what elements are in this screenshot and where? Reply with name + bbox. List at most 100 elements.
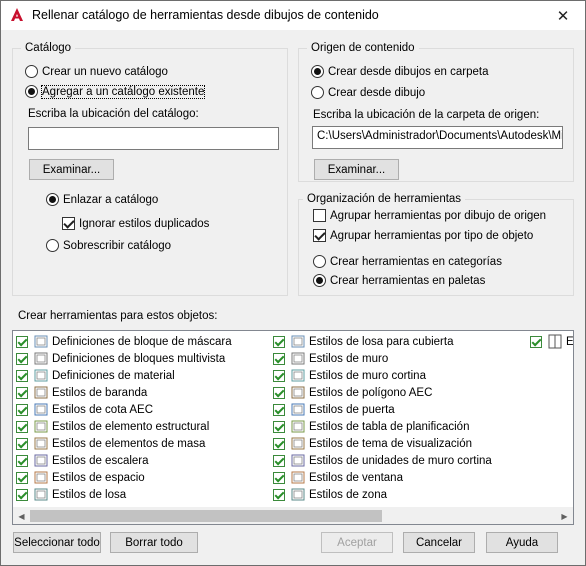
list-item-label: Estilos de tema de visualización [309,437,472,450]
list-item-label: Definiciones de bloques multivista [52,352,226,365]
list-item[interactable]: Estilos de puerta [273,401,395,418]
link-catalog-radio[interactable]: Enlazar a catálogo [46,193,158,206]
structural-member-icon [34,420,48,433]
list-item-label: Estilos de puerta [309,403,395,416]
list-item[interactable]: Estilos de polígono AEC [273,384,432,401]
objects-listbox[interactable]: Definiciones de bloque de máscara Definic… [12,330,574,525]
list-item[interactable]: Definiciones de bloques multivista [16,350,225,367]
list-item[interactable]: Estilos de cota AEC [16,401,153,418]
group-by-type-checkbox[interactable]: Agrupar herramientas por tipo de objeto [313,229,533,242]
list-item[interactable]: Estilos de ventana [273,469,403,486]
material-icon [34,369,48,382]
in-palettes-radio[interactable]: Crear herramientas en paletas [313,274,485,287]
mask-block-icon [34,335,48,348]
list-item[interactable]: Estilos de tabla de planificación [273,418,469,435]
clear-all-button[interactable]: Borrar todo [110,532,198,553]
radio-indicator [311,86,324,99]
door-icon [291,403,305,416]
group-by-drawing-checkbox[interactable]: Agrupar herramientas por dibujo de orige… [313,209,546,222]
catalog-browse-button[interactable]: Examinar... [29,159,114,180]
list-item[interactable]: Estilos de elemento estructural [16,418,209,435]
scroll-left-icon[interactable]: ◀ [13,508,30,524]
list-item-label: Estilos de escalera [52,454,149,467]
multiview-block-icon [34,352,48,365]
list-item[interactable]: Estilos de elementos de masa [16,435,205,452]
window-icon [291,471,305,484]
mass-element-icon [34,437,48,450]
scroll-right-icon[interactable]: ▶ [556,508,573,524]
horizontal-scrollbar[interactable]: ◀ ▶ [13,507,573,524]
list-item[interactable]: Estilos de losa para cubierta [273,333,453,350]
source-browse-button[interactable]: Examinar... [314,159,399,180]
checkbox-indicator [273,403,285,416]
new-catalog-radio[interactable]: Crear un nuevo catálogo [25,65,168,78]
append-catalog-radio[interactable]: Agregar a un catálogo existente [25,84,206,99]
radio-indicator [25,65,38,78]
list-item[interactable]: Es [530,333,573,350]
checkbox-indicator [273,488,285,501]
radio-indicator [25,85,38,98]
list-item[interactable]: Estilos de escalera [16,452,149,469]
source-folder-input[interactable]: C:\Users\Administrador\Documents\Autodes… [312,126,563,149]
overwrite-catalog-radio[interactable]: Sobrescribir catálogo [46,239,171,252]
list-item[interactable]: Estilos de losa [16,486,126,503]
catalog-location-input[interactable] [28,127,279,150]
objects-label: Crear herramientas para estos objetos: [18,310,218,322]
list-item[interactable]: Estilos de zona [273,486,387,503]
checkbox-indicator [273,471,285,484]
radio-indicator [313,255,326,268]
close-button[interactable]: ✕ [540,0,586,31]
new-catalog-label: Crear un nuevo catálogo [42,65,168,78]
group-by-type-label: Agrupar herramientas por tipo de objeto [330,229,534,242]
list-item[interactable]: Estilos de baranda [16,384,147,401]
list-item-label: Estilos de muro cortina [309,369,426,382]
list-item-label: Estilos de espacio [52,471,145,484]
list-item[interactable]: Estilos de muro cortina [273,367,426,384]
radio-indicator [311,65,324,78]
cancel-button[interactable]: Cancelar [403,532,475,553]
aec-dimension-icon [34,403,48,416]
ignore-duplicates-label: Ignorar estilos duplicados [79,217,210,230]
list-item-label: Estilos de tabla de planificación [309,420,470,433]
in-categories-label: Crear herramientas en categorías [330,255,502,268]
list-item[interactable]: Estilos de espacio [16,469,145,486]
from-folder-radio[interactable]: Crear desde dibujos en carpeta [311,65,488,78]
from-folder-label: Crear desde dibujos en carpeta [328,65,489,78]
list-item-label: Estilos de elemento estructural [52,420,210,433]
select-all-button[interactable]: Seleccionar todo [13,532,101,553]
source-group-title: Origen de contenido [307,41,419,55]
radio-indicator [46,239,59,252]
checkbox-indicator [16,488,28,501]
list-item-label: Definiciones de bloque de máscara [52,335,232,348]
group-by-drawing-label: Agrupar herramientas por dibujo de orige… [330,209,547,222]
checkbox-indicator [16,352,28,365]
in-categories-radio[interactable]: Crear herramientas en categorías [313,255,502,268]
scrollbar-thumb[interactable] [30,510,382,522]
list-item-label: Estilos de polígono AEC [309,386,433,399]
radio-indicator [46,193,59,206]
radio-indicator [313,274,326,287]
help-button[interactable]: Ayuda [486,532,558,553]
catalog-group-title: Catálogo [21,41,76,55]
aec-polygon-icon [291,386,305,399]
slab-icon [34,488,48,501]
ignore-duplicates-checkbox[interactable]: Ignorar estilos duplicados [62,217,209,230]
list-item-label: Estilos de baranda [52,386,148,399]
checkbox-indicator [62,217,75,230]
list-item-label: Estilos de unidades de muro cortina [309,454,492,467]
link-catalog-label: Enlazar a catálogo [63,193,159,206]
source-folder-label: Escriba la ubicación de la carpeta de or… [313,109,540,121]
schedule-table-icon [291,420,305,433]
checkbox-indicator [16,369,28,382]
list-item[interactable]: Estilos de tema de visualización [273,435,472,452]
list-item[interactable]: Estilos de unidades de muro cortina [273,452,492,469]
list-item[interactable]: Definiciones de bloque de máscara [16,333,232,350]
checkbox-indicator [273,335,285,348]
list-item[interactable]: Estilos de muro [273,350,388,367]
ok-button[interactable]: Aceptar [321,532,393,553]
overwrite-catalog-label: Sobrescribir catálogo [63,239,172,252]
from-drawing-radio[interactable]: Crear desde dibujo [311,86,425,99]
checkbox-indicator [273,352,285,365]
curtain-wall-unit-icon [291,454,305,467]
list-item[interactable]: Definiciones de material [16,367,175,384]
